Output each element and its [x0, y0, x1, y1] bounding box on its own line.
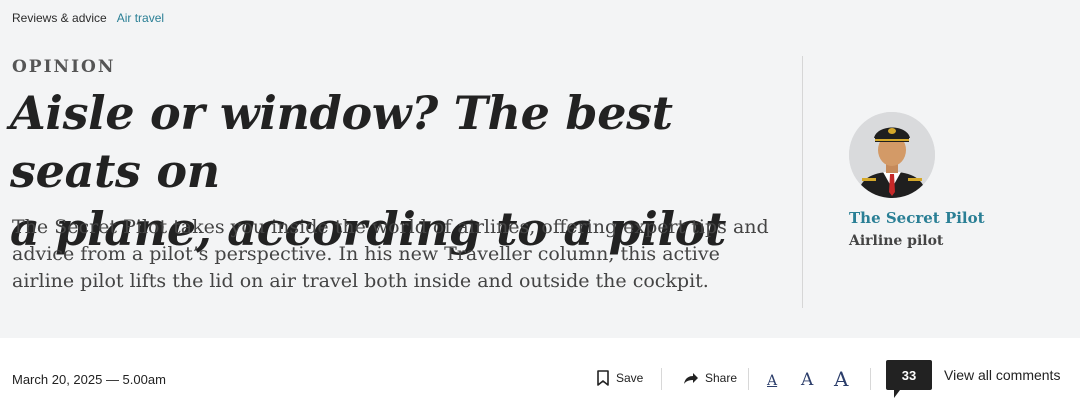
toolbar-separator: [748, 368, 749, 390]
share-button[interactable]: Share: [683, 371, 737, 385]
breadcrumb-air-travel[interactable]: Air travel: [117, 11, 164, 25]
article-header: Reviews & advice Air travel OPINION Aisl…: [0, 0, 1080, 338]
author-name[interactable]: The Secret Pilot: [849, 209, 985, 227]
comment-count: 33: [901, 367, 917, 383]
save-label: Save: [616, 371, 644, 385]
bookmark-icon: [597, 370, 609, 386]
font-size-large-button[interactable]: A: [834, 367, 848, 391]
view-comments-button[interactable]: 33 View all comments: [886, 360, 1061, 398]
breadcrumb: Reviews & advice Air travel: [12, 11, 164, 25]
toolbar-separator: [661, 368, 662, 390]
author-role: Airline pilot: [849, 233, 944, 249]
article-kicker: OPINION: [12, 57, 116, 77]
toolbar-separator: [870, 368, 871, 390]
author-avatar[interactable]: [849, 112, 935, 198]
divider: [802, 56, 803, 308]
pilot-avatar-icon: [849, 112, 935, 198]
article-standfirst: The Secret Pilot takes you inside the wo…: [12, 216, 769, 292]
comment-count-badge: 33: [886, 360, 932, 398]
author-block: The Secret Pilot Airline pilot: [849, 112, 985, 249]
share-arrow-icon: [684, 373, 698, 384]
comments-label: View all comments: [944, 367, 1061, 383]
headline-line-1: Aisle or window? The best seats on: [10, 86, 673, 198]
article-toolbar: Save Share A A A 33 View all comments: [0, 360, 1080, 400]
font-size-small-button[interactable]: A: [767, 373, 777, 389]
save-button[interactable]: Save: [596, 370, 643, 386]
font-size-medium-button[interactable]: A: [801, 370, 813, 390]
breadcrumb-reviews-advice[interactable]: Reviews & advice: [12, 11, 107, 25]
share-label: Share: [705, 371, 738, 385]
